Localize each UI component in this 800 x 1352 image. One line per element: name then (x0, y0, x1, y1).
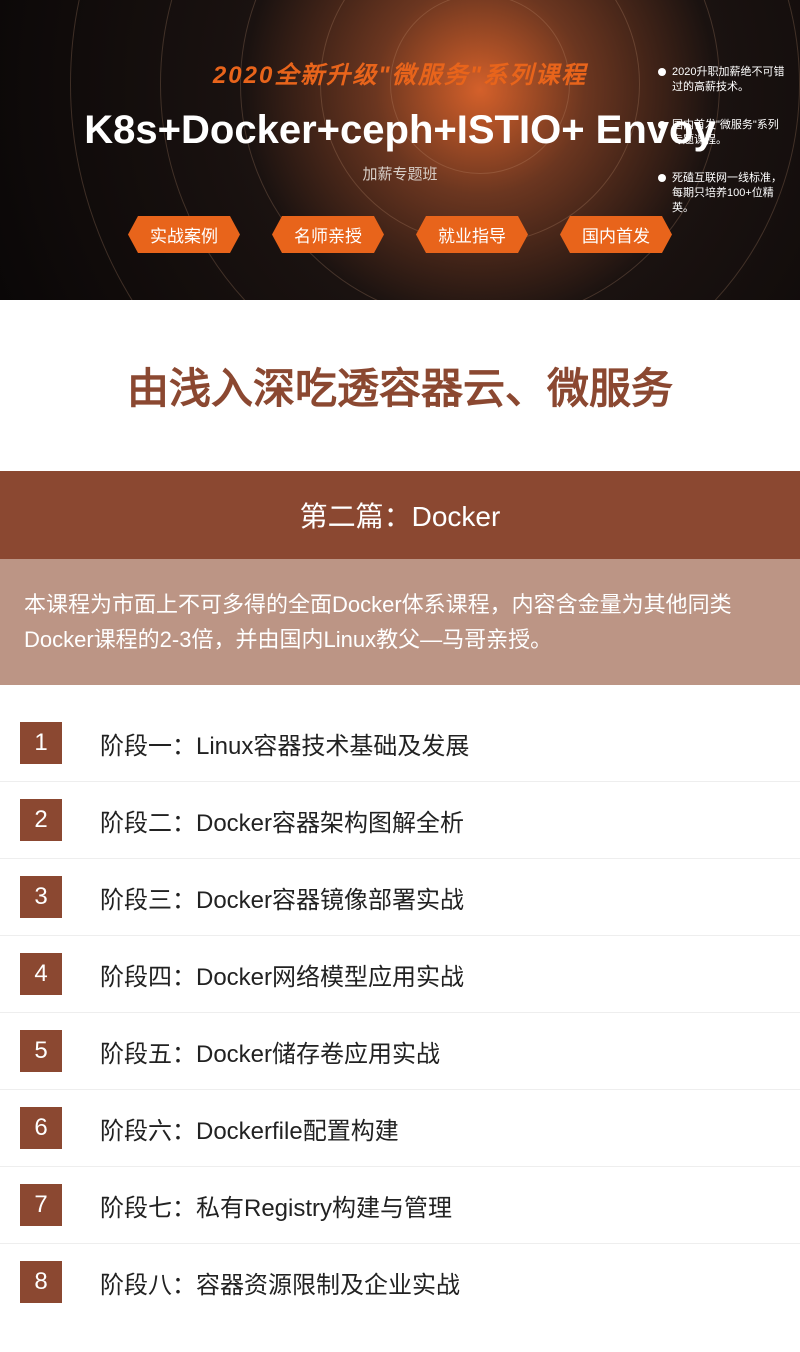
stage-row: 3 阶段三：Docker容器镜像部署实战 (0, 859, 800, 936)
stage-number: 4 (20, 953, 62, 995)
hero-subtitle: 加薪专题班 (0, 163, 800, 184)
stage-row: 6 阶段六：Dockerfile配置构建 (0, 1090, 800, 1167)
section-title: 由浅入深吃透容器云、微服务 (0, 300, 800, 471)
stage-row: 8 阶段八：容器资源限制及企业实战 (0, 1244, 800, 1320)
hero-title: K8s+Docker+ceph+ISTIO+ Envoy (0, 108, 800, 153)
stage-number: 2 (20, 799, 62, 841)
stage-number: 6 (20, 1107, 62, 1149)
stage-row: 5 阶段五：Docker储存卷应用实战 (0, 1013, 800, 1090)
badge: 实战案例 (128, 216, 240, 253)
stage-label: 阶段五：Docker储存卷应用实战 (100, 1034, 440, 1069)
stage-row: 7 阶段七：私有Registry构建与管理 (0, 1167, 800, 1244)
stage-label: 阶段六：Dockerfile配置构建 (100, 1111, 399, 1146)
chapter-header: 第二篇：Docker (0, 471, 800, 559)
stage-label: 阶段八：容器资源限制及企业实战 (100, 1265, 460, 1300)
hero-badges: 实战案例 名师亲授 就业指导 国内首发 (0, 216, 800, 253)
hero-banner: 2020升职加薪绝不可错过的高薪技术。 国内首发"微服务"系列专题课程。 死磕互… (0, 0, 800, 300)
stage-label: 阶段一：Linux容器技术基础及发展 (100, 726, 469, 761)
chapter-description: 本课程为市面上不可多得的全面Docker体系课程，内容含金量为其他同类Docke… (0, 559, 800, 685)
hero-tagline: 2020全新升级"微服务"系列课程 (0, 55, 800, 90)
stage-label: 阶段二：Docker容器架构图解全析 (100, 803, 464, 838)
stages-list: 1 阶段一：Linux容器技术基础及发展 2 阶段二：Docker容器架构图解全… (0, 685, 800, 1320)
stage-row: 1 阶段一：Linux容器技术基础及发展 (0, 705, 800, 782)
badge: 就业指导 (416, 216, 528, 253)
stage-row: 4 阶段四：Docker网络模型应用实战 (0, 936, 800, 1013)
stage-label: 阶段四：Docker网络模型应用实战 (100, 957, 464, 992)
stage-row: 2 阶段二：Docker容器架构图解全析 (0, 782, 800, 859)
stage-number: 1 (20, 722, 62, 764)
stage-label: 阶段三：Docker容器镜像部署实战 (100, 880, 464, 915)
stage-number: 3 (20, 876, 62, 918)
badge: 名师亲授 (272, 216, 384, 253)
stage-number: 8 (20, 1261, 62, 1303)
badge: 国内首发 (560, 216, 672, 253)
stage-label: 阶段七：私有Registry构建与管理 (100, 1188, 452, 1223)
stage-number: 5 (20, 1030, 62, 1072)
stage-number: 7 (20, 1184, 62, 1226)
